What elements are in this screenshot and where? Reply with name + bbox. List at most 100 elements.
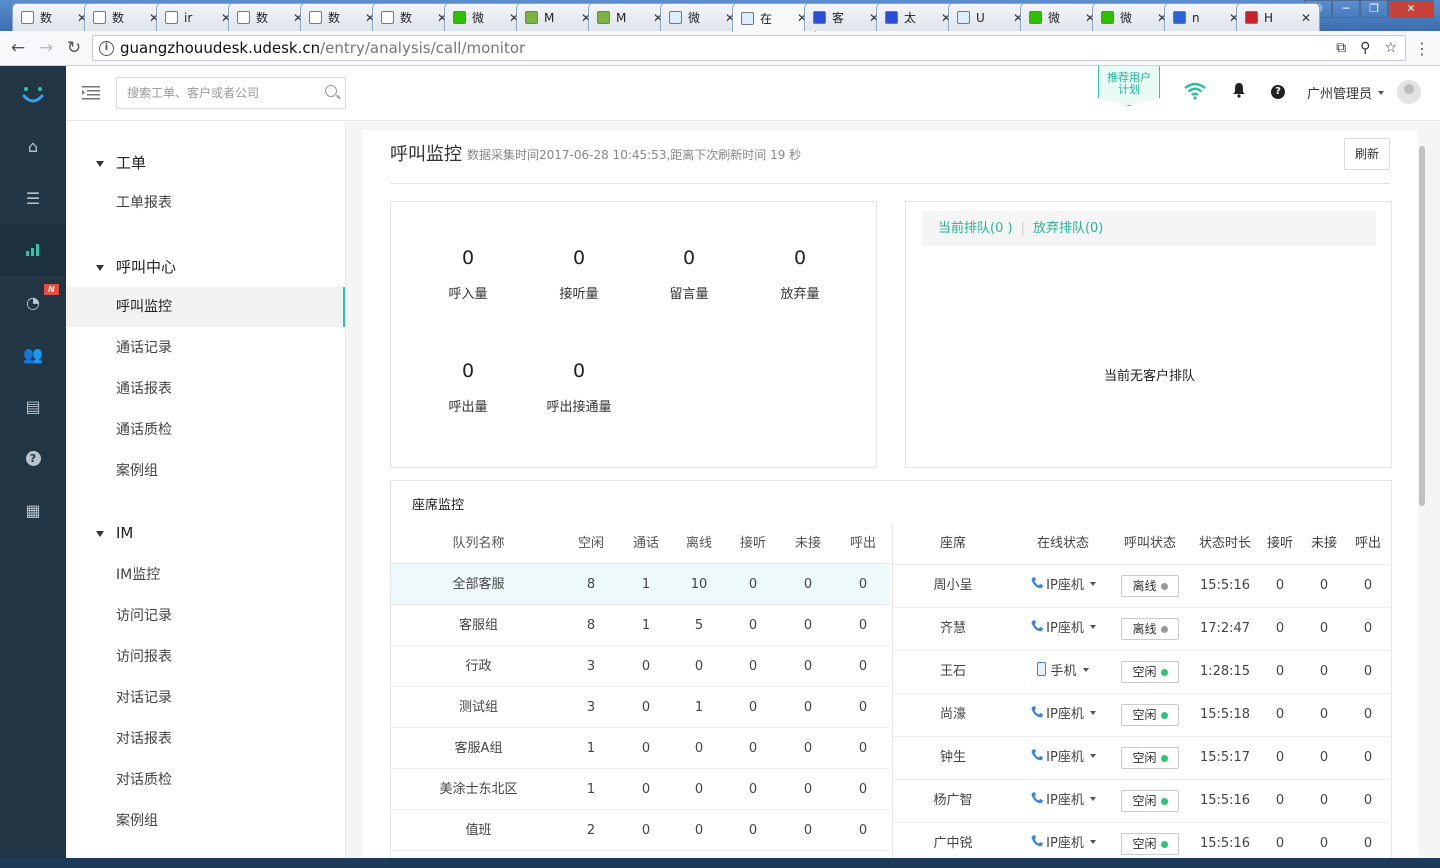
content-scrollbar[interactable] [1419, 146, 1425, 506]
back-icon[interactable]: ← [8, 39, 28, 57]
subnav-item[interactable]: 对话记录 [66, 678, 345, 718]
status-badge[interactable]: 离线 [1121, 575, 1179, 597]
wifi-icon[interactable] [1184, 82, 1206, 100]
status-badge[interactable]: 空闲 [1121, 747, 1179, 769]
table-cell: 0 [748, 741, 758, 756]
chevron-down-icon [1089, 797, 1096, 801]
blocked-popup-icon[interactable]: ⧉ [1336, 40, 1346, 56]
table-row[interactable]: 齐慧 IP座机 离线 17:2:47 0 0 0 [893, 608, 1392, 651]
global-search-input[interactable]: 搜索工单、客户或者公司 [116, 77, 346, 109]
subnav-item[interactable]: 对话质检 [66, 760, 345, 800]
book-nav-item[interactable]: ▤ [0, 380, 66, 432]
table-cell: 1 [641, 577, 651, 592]
close-tab-icon[interactable]: ✕ [1299, 11, 1313, 25]
udesk-icon [669, 11, 682, 24]
table-cell: 1 [586, 782, 596, 797]
tab-title: M [544, 10, 555, 25]
help-icon[interactable]: ? [1271, 85, 1285, 99]
tab-title: 数 [328, 11, 341, 25]
table-row[interactable]: 周小呈 IP座机 离线 15:5:16 0 0 0 [893, 565, 1392, 608]
subnav-item[interactable]: 工单报表 [66, 183, 345, 223]
table-row[interactable]: 测试组 3 0 1 0 0 0 [391, 687, 890, 728]
agent-duration: 15:5:18 [1199, 707, 1251, 722]
forward-icon[interactable]: → [36, 39, 56, 57]
subnav-item[interactable]: 访问报表 [66, 637, 345, 677]
udesk-logo[interactable] [20, 84, 46, 106]
maximize-button[interactable]: ❐ [1360, 0, 1388, 18]
subnav-item[interactable]: 呼叫监控 [66, 287, 345, 327]
search-icon[interactable] [325, 85, 337, 97]
status-badge[interactable]: 空闲 [1121, 833, 1179, 855]
url-input[interactable]: i guangzhouudesk.udesk.cn/entry/analysis… [92, 35, 1406, 61]
referral-program-badge[interactable]: 推荐用户 计划 [1098, 66, 1160, 106]
refresh-button[interactable]: 刷新 [1344, 138, 1390, 170]
book-icon: ▤ [25, 396, 41, 416]
status-badge[interactable]: 空闲 [1121, 790, 1179, 812]
tab-abandoned-queue[interactable]: 放弃排队(0) [1033, 221, 1103, 236]
user-menu[interactable]: 广州管理员 [1307, 83, 1385, 102]
table-row[interactable]: 钟生 IP座机 空闲 15:5:17 0 0 0 [893, 737, 1392, 780]
collapse-menu-icon[interactable] [82, 86, 100, 100]
table-row[interactable]: 王石 手机 空闲 1:28:15 0 0 0 [893, 651, 1392, 694]
status-badge[interactable]: 空闲 [1121, 661, 1179, 683]
browser-tab[interactable]: H ✕ [1236, 3, 1320, 31]
status-badge[interactable]: 空闲 [1121, 704, 1179, 726]
table-row[interactable]: 全部客服 8 1 10 0 0 0 [391, 564, 890, 605]
browser-menu-icon[interactable]: ⋮ [1414, 39, 1430, 58]
call-status-cell: 空闲 [1115, 780, 1185, 823]
list-nav-item[interactable]: ☰ [0, 172, 66, 224]
subnav-item[interactable]: 通话质检 [66, 410, 345, 450]
device-select[interactable]: IP座机 [1013, 565, 1113, 607]
device-select[interactable]: IP座机 [1013, 608, 1113, 650]
tab-title: 数 [256, 11, 269, 25]
bookmark-star-icon[interactable]: ☆ [1384, 40, 1397, 56]
pie-nav-item[interactable]: ◔ N [0, 276, 66, 328]
table-cell: 0 [641, 700, 651, 715]
reload-icon[interactable]: ↻ [64, 39, 84, 57]
subnav-group-2[interactable]: IM [96, 524, 133, 542]
table-row[interactable]: 杨广智 IP座机 空闲 15:5:16 0 0 0 [893, 780, 1392, 823]
table-cell: 0 [858, 700, 868, 715]
status-badge[interactable]: 离线 [1121, 618, 1179, 640]
close-window-button[interactable]: ✕ [1388, 0, 1434, 18]
avatar[interactable] [1397, 80, 1421, 104]
device-select[interactable]: IP座机 [1013, 780, 1113, 822]
tab-current-queue[interactable]: 当前排队(0 ) [938, 221, 1013, 236]
table-row[interactable]: 值班 2 0 0 0 0 0 [391, 810, 890, 851]
subnav-item[interactable]: 通话报表 [66, 369, 345, 409]
help-nav-item[interactable]: ? [0, 432, 66, 484]
app-sidebar: ⌂ ☰ ◔ N 👥 ▤? ▦ [0, 66, 66, 868]
subnav-group-0[interactable]: 工单 [96, 152, 146, 173]
minimize-button[interactable]: ─ [1332, 0, 1360, 18]
apps-nav-item[interactable]: ▦ [0, 484, 66, 536]
search-placeholder: 搜索工单、客户或者公司 [127, 86, 260, 100]
subnav-item[interactable]: 通话记录 [66, 328, 345, 368]
subnav-item[interactable]: 访问记录 [66, 596, 345, 636]
subnav-item[interactable]: 案例组 [66, 801, 345, 841]
analysis-subnav: 工单 工单报表 呼叫中心 呼叫监控 通话记录 通话报表 通话质检 案例组 IM IM监控 访问记录访… [66, 122, 346, 868]
table-row[interactable]: 尚濠 IP座机 空闲 15:5:18 0 0 0 [893, 694, 1392, 737]
info-icon[interactable]: i [99, 40, 114, 56]
bell-icon[interactable] [1232, 82, 1246, 98]
subnav-item[interactable]: 案例组 [66, 451, 345, 491]
subnav-item[interactable]: 对话报表 [66, 719, 345, 759]
home-nav-item[interactable]: ⌂ [0, 120, 66, 172]
subnav-group-1[interactable]: 呼叫中心 [96, 256, 176, 277]
device-select[interactable]: IP座机 [1013, 694, 1113, 736]
status-dot [1160, 841, 1168, 848]
device-select[interactable]: 手机 [1013, 651, 1113, 693]
table-row[interactable]: 客服组 8 1 5 0 0 0 [391, 605, 890, 646]
chart-nav-item[interactable] [0, 224, 66, 276]
table-row[interactable]: 行政 3 0 0 0 0 0 [391, 646, 890, 687]
users-nav-item[interactable]: 👥 [0, 328, 66, 380]
table-row[interactable]: 美涂士东北区 1 0 0 0 0 0 [391, 769, 890, 810]
stat-value: 0 [572, 360, 586, 382]
table-cell: 客服A组 [454, 741, 503, 756]
chart-icon [25, 241, 41, 260]
table-row[interactable]: 客服A组 1 0 0 0 0 0 [391, 728, 890, 769]
status-label: 空闲 [1132, 794, 1157, 808]
device-select[interactable]: IP座机 [1013, 737, 1113, 779]
subnav-item[interactable]: IM监控 [66, 555, 345, 595]
extension-icon[interactable]: ⚲ [1360, 40, 1370, 56]
queue-empty-text: 当前无客户排队 [1103, 369, 1195, 384]
